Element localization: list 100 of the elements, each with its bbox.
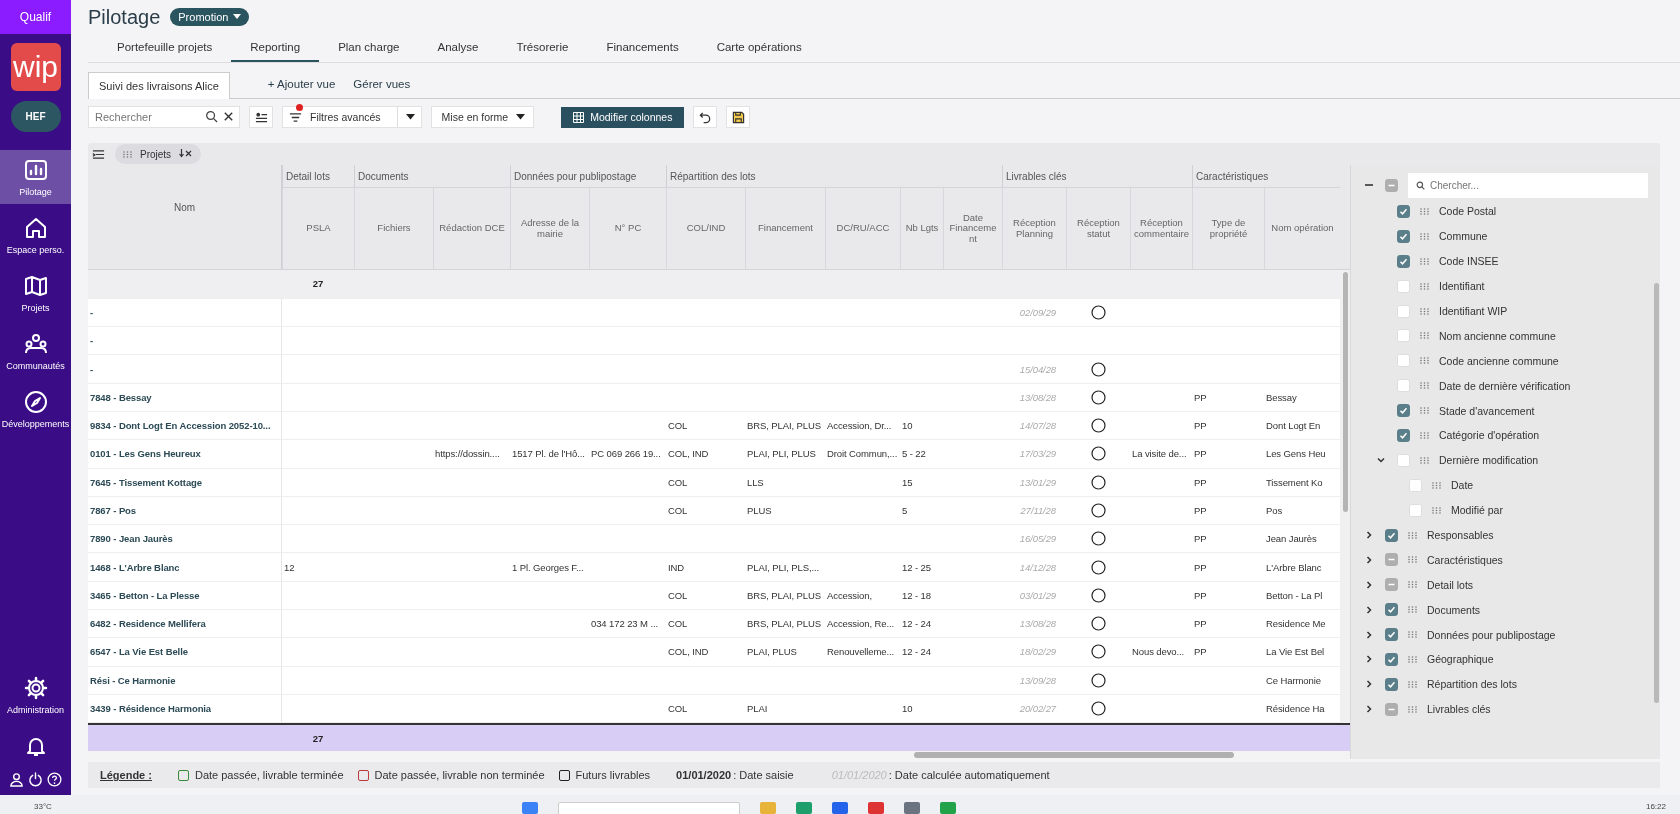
checkbox[interactable]	[1397, 204, 1410, 218]
drag-handle-icon[interactable]	[1408, 556, 1417, 564]
drag-handle-icon[interactable]	[1408, 606, 1417, 614]
column-header[interactable]: Nom opération	[1264, 188, 1340, 269]
drag-handle-icon[interactable]	[1420, 332, 1429, 340]
column-header[interactable]: Nb Lgts	[900, 188, 943, 269]
status-circle-icon[interactable]	[1090, 446, 1106, 462]
status-circle-icon[interactable]	[1090, 559, 1106, 575]
column-search-field[interactable]: Chercher...	[1408, 172, 1648, 198]
close-icon[interactable]	[222, 110, 235, 123]
checkbox[interactable]	[1385, 603, 1398, 617]
status-circle-icon[interactable]	[1090, 587, 1106, 603]
column-header[interactable]: Date Financement	[943, 188, 1002, 269]
status-circle-icon[interactable]	[1090, 672, 1106, 688]
organization-badge[interactable]: HEF	[10, 101, 61, 132]
group-rows-icon[interactable]	[92, 147, 105, 161]
status-circle-icon[interactable]	[1090, 389, 1106, 405]
column-header[interactable]: COL/IND	[666, 188, 745, 269]
project-name[interactable]: Rési - Ce Harmonie	[88, 666, 282, 694]
checkbox[interactable]	[1385, 528, 1398, 542]
save-button[interactable]	[726, 106, 751, 128]
undo-button[interactable]	[693, 106, 718, 128]
filter-panel-button[interactable]	[249, 106, 273, 128]
drag-handle-icon[interactable]	[1408, 581, 1417, 589]
column-header[interactable]: Réception statut	[1066, 188, 1130, 269]
sidebar-item[interactable]: Espace perso.	[0, 208, 71, 262]
status-circle-icon[interactable]	[1090, 531, 1106, 547]
sidebar-item[interactable]: Développements	[0, 382, 71, 436]
sort-down-icon[interactable]	[179, 149, 194, 159]
project-name[interactable]: 6482 - Residence Mellifera	[88, 609, 282, 638]
column-header[interactable]: Adresse de la mairie	[510, 188, 589, 269]
nav-tab[interactable]: Trésorerie	[497, 34, 588, 62]
project-name[interactable]: 6547 - La Vie Est Belle	[88, 638, 282, 666]
drag-handle-icon[interactable]	[1420, 431, 1429, 439]
format-dropdown[interactable]: Mise en forme	[430, 106, 535, 128]
scrollbar-thumb[interactable]	[1342, 272, 1348, 512]
taskbar-icon[interactable]	[903, 802, 920, 814]
project-name[interactable]: -	[88, 355, 282, 383]
sidebar-item[interactable]: Administration	[0, 668, 71, 722]
drag-handle-icon[interactable]	[1420, 232, 1429, 240]
drag-handle-icon[interactable]	[1408, 680, 1417, 688]
drag-handle-icon[interactable]	[1420, 357, 1429, 365]
search-field[interactable]: Rechercher	[88, 106, 240, 128]
status-circle-icon[interactable]	[1090, 700, 1106, 716]
column-header[interactable]: Fichiers	[354, 188, 433, 269]
checkbox[interactable]	[1397, 254, 1410, 268]
project-name[interactable]: 9834 - Dont Logt En Accession 2052-10...	[88, 412, 282, 440]
app-logo[interactable]: wip	[10, 43, 61, 91]
drag-handle-icon[interactable]	[1408, 531, 1417, 539]
taskbar-icon[interactable]	[795, 802, 812, 814]
column-header[interactable]: Nom	[88, 165, 282, 269]
search-icon[interactable]	[205, 110, 218, 123]
status-circle-icon[interactable]	[1090, 644, 1106, 660]
checkbox[interactable]	[1385, 553, 1398, 567]
checkbox[interactable]	[1385, 652, 1398, 666]
checkbox[interactable]	[1385, 578, 1398, 592]
drag-handle-icon[interactable]	[1408, 631, 1417, 639]
nav-tab[interactable]: Plan charge	[319, 34, 419, 62]
help-icon[interactable]	[47, 772, 62, 787]
user-icon[interactable]	[9, 772, 24, 787]
column-header[interactable]: Rédaction DCE	[433, 188, 510, 269]
status-circle-icon[interactable]	[1090, 616, 1106, 632]
column-header[interactable]: Réception commentaire	[1130, 188, 1192, 269]
checkbox[interactable]	[1385, 702, 1398, 716]
edit-columns-button[interactable]: Modifier colonnes	[561, 106, 685, 128]
nav-tab[interactable]: Carte opérations	[697, 34, 821, 62]
taskbar-icon[interactable]	[831, 802, 848, 814]
add-view-link[interactable]: + Ajouter vue	[267, 78, 336, 98]
project-name[interactable]: 3439 - Résidence Harmonia	[88, 694, 282, 723]
select-all-checkbox[interactable]	[1385, 178, 1398, 192]
nav-tab[interactable]: Analyse	[418, 34, 498, 62]
status-circle-icon[interactable]	[1090, 503, 1106, 518]
view-tab[interactable]: Suivi des livraisons Alice	[88, 72, 230, 99]
project-name[interactable]: 7848 - Bessay	[88, 383, 282, 411]
advanced-filters-button[interactable]: Filtres avancés	[282, 106, 422, 128]
nav-tab[interactable]: Portefeuille projets	[98, 34, 232, 62]
taskbar-icon[interactable]	[867, 802, 884, 814]
taskbar-icon[interactable]	[939, 802, 956, 814]
column-header[interactable]: Réception Planning	[1002, 188, 1066, 269]
manage-views-link[interactable]: Gérer vues	[353, 78, 411, 98]
nav-tab[interactable]: Reporting	[231, 34, 320, 62]
checkbox[interactable]	[1385, 628, 1398, 642]
sidebar-item[interactable]: Projets	[0, 266, 71, 320]
checkbox[interactable]	[1397, 229, 1410, 243]
project-name[interactable]: 1468 - L'Arbre Blanc	[88, 553, 282, 581]
checkbox[interactable]	[1397, 404, 1410, 418]
drag-handle-icon[interactable]	[1420, 257, 1429, 265]
project-name[interactable]: 7645 - Tissement Kottage	[88, 468, 282, 496]
drag-handle-icon[interactable]	[1420, 282, 1429, 290]
drag-handle-icon[interactable]	[1420, 407, 1429, 415]
checkbox[interactable]	[1385, 677, 1398, 691]
scrollbar-thumb[interactable]	[1653, 283, 1659, 703]
drag-handle-icon[interactable]	[1408, 705, 1417, 713]
drag-handle-icon[interactable]	[1432, 506, 1441, 514]
project-name[interactable]: -	[88, 298, 282, 327]
project-name[interactable]: 7867 - Pos	[88, 496, 282, 525]
status-circle-icon[interactable]	[1090, 305, 1106, 320]
project-name[interactable]: 0101 - Les Gens Heureux	[88, 440, 282, 468]
drag-handle-icon[interactable]	[1420, 207, 1429, 215]
power-icon[interactable]	[28, 772, 43, 787]
